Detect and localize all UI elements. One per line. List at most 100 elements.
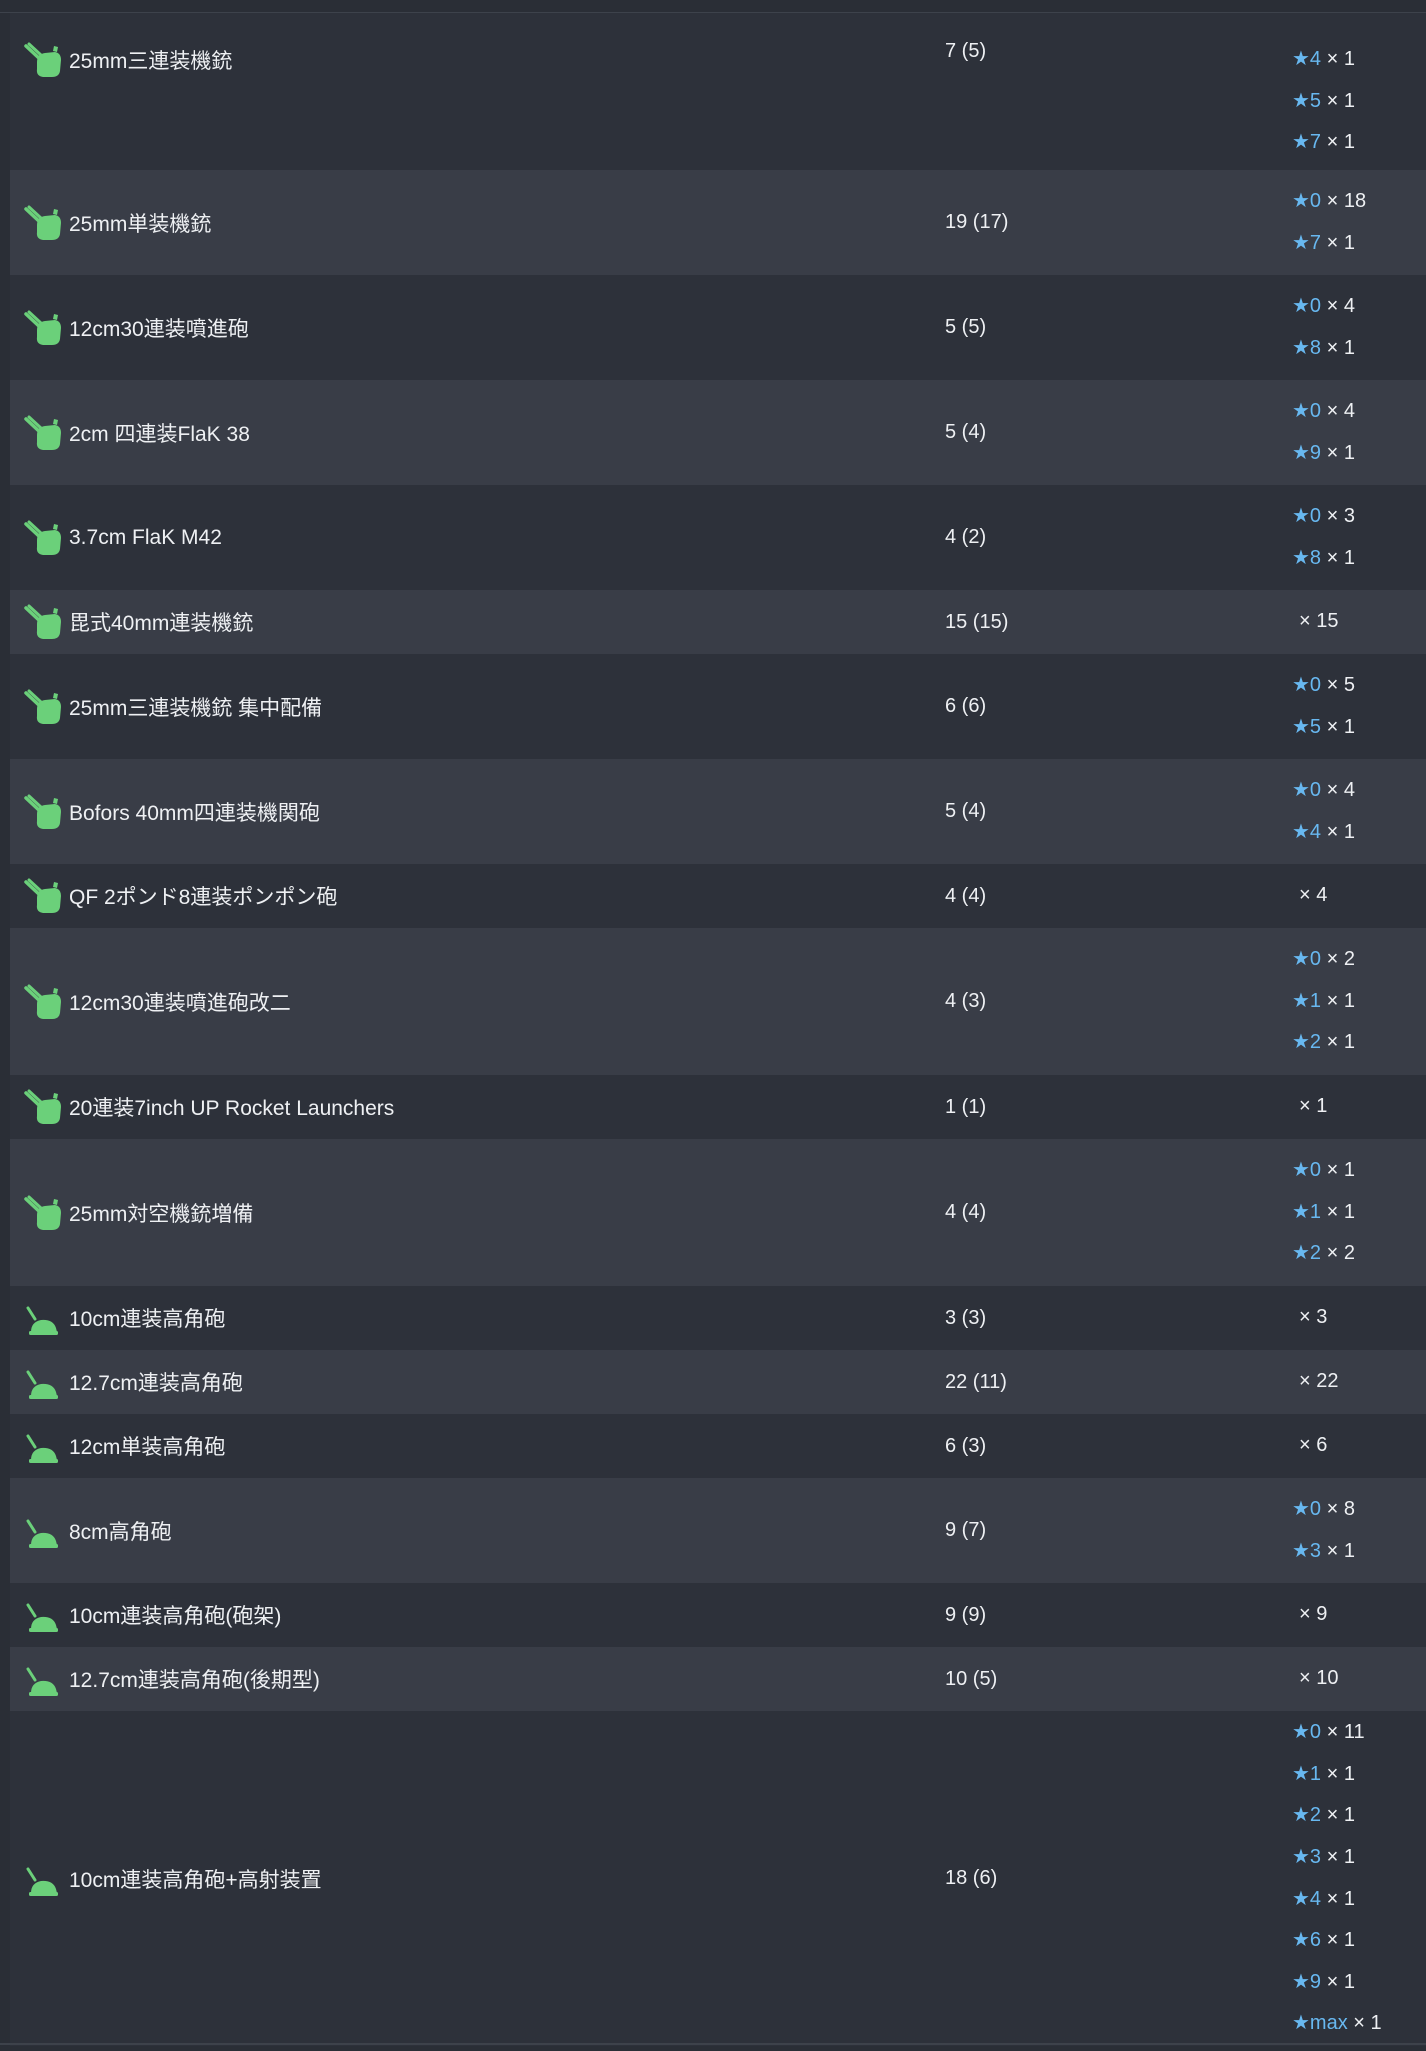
improvement-level-item: ★8 × 1	[1292, 538, 1355, 580]
quantity-label: × 9	[1299, 1603, 1328, 1626]
quantity-label: × 1	[1326, 441, 1355, 464]
star-level-label: ★1	[1292, 1200, 1322, 1223]
equipment-name-cell: 12cm単装高角砲	[10, 1426, 945, 1466]
quantity-label: × 1	[1326, 1845, 1355, 1868]
high-angle-gun-icon	[23, 1511, 63, 1551]
quantity-label: × 1	[1326, 131, 1355, 154]
table-row[interactable]: 毘式40mm連装機銃 15 (15) × 15	[10, 590, 1426, 654]
star-level-label: ★0	[1292, 294, 1322, 317]
quantity-label: × 1	[1326, 989, 1355, 1012]
improvement-level-item: ★4 × 1	[1292, 1879, 1382, 1921]
equipment-name-cell: Bofors 40mm四連装機関砲	[10, 792, 945, 832]
improvement-level-item: ★7 × 1	[1292, 223, 1366, 265]
equipment-count: 6 (3)	[945, 1434, 987, 1457]
star-level-label: ★9	[1292, 1970, 1322, 1993]
table-row[interactable]: 8cm高角砲 9 (7) ★0 × 8 ★3 × 1	[10, 1478, 1426, 1583]
equipment-name: 20連装7inch UP Rocket Launchers	[69, 1097, 395, 1120]
equipment-count: 22 (11)	[945, 1370, 1007, 1393]
table-row[interactable]: 10cm連装高角砲 3 (3) × 3	[10, 1286, 1426, 1350]
improvement-levels: × 15	[1292, 601, 1338, 643]
high-angle-gun-icon	[23, 1298, 63, 1338]
equipment-name: 10cm連装高角砲	[69, 1308, 226, 1331]
star-level-label: ★0	[1292, 1497, 1322, 1520]
equipment-name: 12cm30連装噴進砲	[69, 317, 249, 341]
improvement-levels: ★0 × 11 ★1 × 1 ★2 × 1 ★3 × 1 ★4 × 1 ★6 × 1 ★9 …	[1292, 1712, 1382, 2045]
star-level-label: ★3	[1292, 1845, 1322, 1868]
equipment-count: 10 (5)	[945, 1667, 998, 1690]
table-row[interactable]: 10cm連装高角砲(砲架) 9 (9) × 9	[10, 1583, 1426, 1647]
improvement-level-item: × 6	[1292, 1425, 1327, 1467]
table-row[interactable]: 10cm連装高角砲+高射装置 18 (6) ★0 × 11 ★1 × 1 ★2 × 1 ★…	[10, 1711, 1426, 2046]
improvement-level-item: ★9 × 1	[1292, 1962, 1382, 2004]
equipment-name-cell: 2cm 四連装FlaK 38	[10, 413, 945, 453]
aa-gun-icon	[23, 413, 63, 453]
equipment-name-cell: 3.7cm FlaK M42	[10, 518, 945, 558]
aa-gun-icon	[23, 602, 63, 642]
table-row[interactable]: 2cm 四連装FlaK 38 5 (4) ★0 × 4 ★9 × 1	[10, 380, 1426, 485]
equipment-name-cell: 12cm30連装噴進砲	[10, 308, 945, 348]
equipment-name: 8cm高角砲	[69, 1520, 172, 1544]
table-row[interactable]: QF 2ポンド8連装ポンポン砲 4 (4) × 4	[10, 864, 1426, 928]
improvement-level-item: ★1 × 1	[1292, 1754, 1382, 1796]
quantity-label: × 1	[1326, 546, 1355, 569]
improvement-level-item: ★8 × 1	[1292, 328, 1355, 370]
equipment-name: 12.7cm連装高角砲	[69, 1372, 243, 1395]
equipment-name: 25mm三連装機銃 集中配備	[69, 696, 323, 720]
improvement-level-item: ★3 × 1	[1292, 1531, 1355, 1573]
improvement-level-item: ★0 × 4	[1292, 391, 1355, 433]
equipment-name-cell: 10cm連装高角砲(砲架)	[10, 1595, 945, 1635]
table-row[interactable]: 12.7cm連装高角砲 22 (11) × 22	[10, 1350, 1426, 1414]
star-level-label: ★7	[1292, 231, 1322, 254]
star-level-label: ★4	[1292, 48, 1322, 70]
equipment-count: 4 (4)	[945, 1201, 987, 1223]
equipment-name: 10cm連装高角砲(砲架)	[69, 1605, 282, 1628]
quantity-label: × 1	[1353, 2012, 1382, 2035]
improvement-level-item: ★6 × 1	[1292, 1920, 1382, 1962]
table-row[interactable]: 12cm30連装噴進砲改二 4 (3) ★0 × 2 ★1 × 1 ★2 × 1	[10, 928, 1426, 1075]
quantity-label: × 1	[1326, 1929, 1355, 1952]
quantity-label: × 4	[1326, 399, 1355, 422]
improvement-level-item: ★2 × 1	[1292, 1022, 1355, 1064]
aa-gun-icon	[23, 518, 63, 558]
equipment-name-cell: 12.7cm連装高角砲(後期型)	[10, 1659, 945, 1699]
quantity-label: × 1	[1326, 1539, 1355, 1562]
star-level-label: ★1	[1292, 1762, 1322, 1785]
improvement-levels: ★0 × 4 ★8 × 1	[1292, 286, 1355, 369]
star-level-label: ★9	[1292, 441, 1322, 464]
star-level-label: ★5	[1292, 715, 1322, 738]
aa-gun-icon	[23, 1193, 63, 1233]
table-row[interactable]: 25mm三連装機銃 7 (5) ★4 × 1 ★5 × 1 ★7 × 1	[10, 13, 1426, 170]
star-level-label: ★3	[1292, 1539, 1322, 1562]
table-row[interactable]: 12cm30連装噴進砲 5 (5) ★0 × 4 ★8 × 1	[10, 275, 1426, 380]
quantity-label: × 1	[1326, 1200, 1355, 1223]
quantity-label: × 5	[1326, 673, 1355, 696]
table-row[interactable]: 12cm単装高角砲 6 (3) × 6	[10, 1414, 1426, 1478]
equipment-count: 19 (17)	[945, 211, 1009, 233]
star-level-label: ★4	[1292, 1887, 1322, 1910]
quantity-label: × 1	[1326, 336, 1355, 359]
improvement-level-item: ★3 × 1	[1292, 1837, 1382, 1879]
star-level-label: ★4	[1292, 820, 1322, 843]
equipment-name-cell: 25mm三連装機銃 集中配備	[10, 687, 945, 727]
table-row[interactable]: 3.7cm FlaK M42 4 (2) ★0 × 3 ★8 × 1	[10, 485, 1426, 590]
improvement-levels: ★0 × 5 ★5 × 1	[1292, 665, 1355, 748]
high-angle-gun-icon	[23, 1859, 63, 1899]
table-row[interactable]: 25mm単装機銃 19 (17) ★0 × 18 ★7 × 1	[10, 170, 1426, 275]
equipment-count: 4 (4)	[945, 884, 987, 907]
improvement-level-item: ★0 × 4	[1292, 770, 1355, 812]
table-row[interactable]: 12.7cm連装高角砲(後期型) 10 (5) × 10	[10, 1647, 1426, 1711]
improvement-level-item: × 1	[1292, 1086, 1327, 1128]
table-row[interactable]: 25mm対空機銃増備 4 (4) ★0 × 1 ★1 × 1 ★2 × 2	[10, 1139, 1426, 1286]
quantity-label: × 8	[1326, 1497, 1355, 1520]
table-row[interactable]: Bofors 40mm四連装機関砲 5 (4) ★0 × 4 ★4 × 1	[10, 759, 1426, 864]
improvement-levels: × 3	[1292, 1297, 1327, 1339]
high-angle-gun-icon	[23, 1362, 63, 1402]
equipment-name-cell: 12.7cm連装高角砲	[10, 1362, 945, 1402]
equipment-count: 9 (7)	[945, 1519, 987, 1541]
improvement-levels: × 6	[1292, 1425, 1327, 1467]
quantity-label: × 4	[1299, 884, 1328, 907]
table-row[interactable]: 25mm三連装機銃 集中配備 6 (6) ★0 × 5 ★5 × 1	[10, 654, 1426, 759]
quantity-label: × 22	[1299, 1370, 1339, 1393]
quantity-label: × 1	[1326, 1970, 1355, 1993]
table-row[interactable]: 20連装7inch UP Rocket Launchers 1 (1) × 1	[10, 1075, 1426, 1139]
